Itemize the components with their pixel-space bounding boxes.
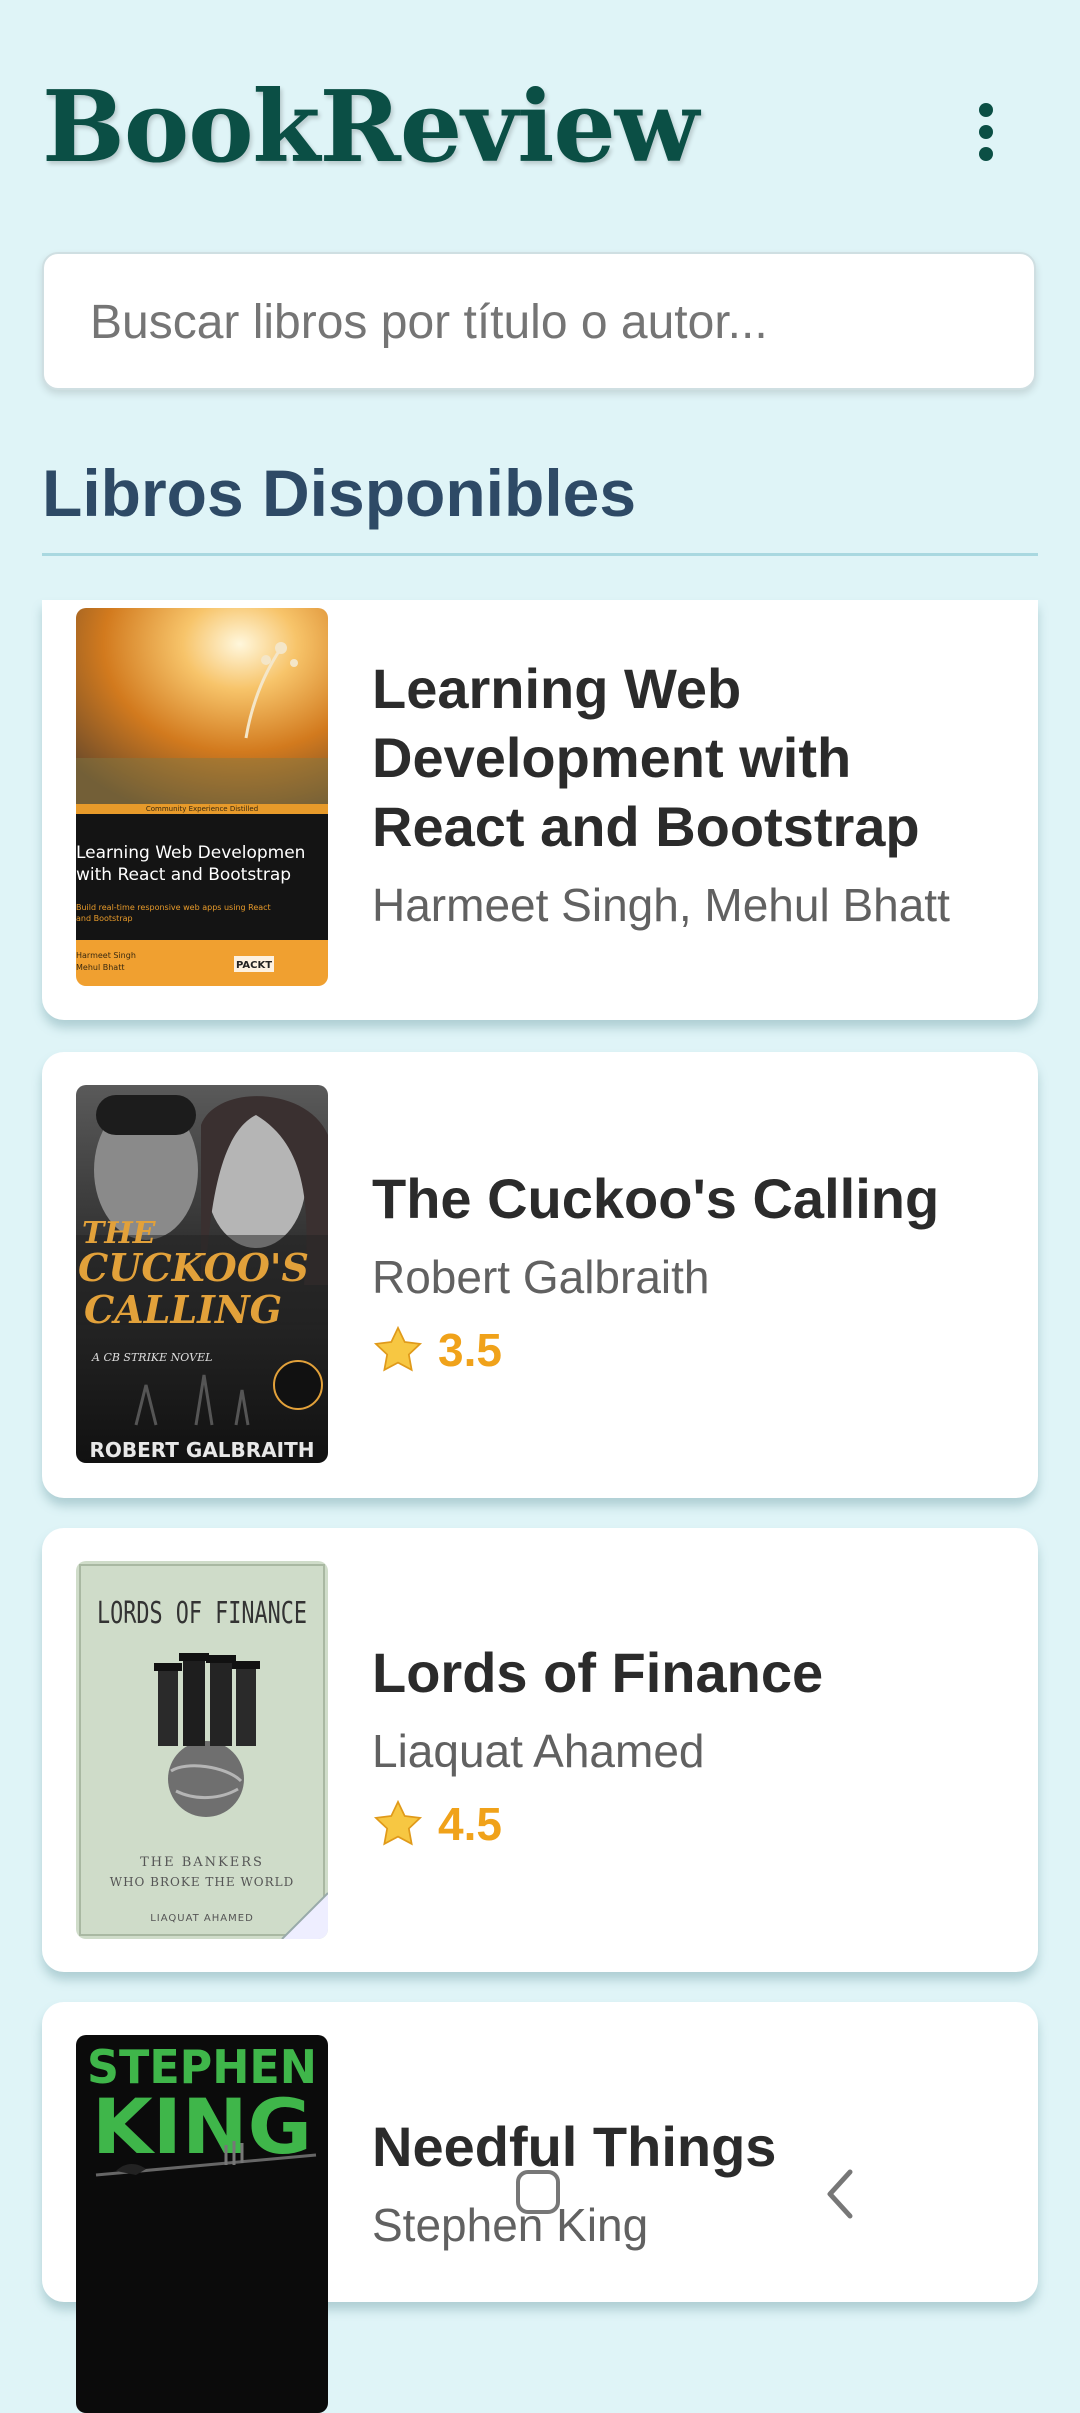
cover-author: ROBERT GALBRAITH [90,1438,315,1462]
cover-author-line: Harmeet Singh [76,951,136,960]
book-author: Harmeet Singh, Mehul Bhatt [372,879,950,931]
book-rating: 3.5 [372,1323,1012,1377]
book-title: Lords of Finance [372,1641,824,1704]
cover-publisher: PACKT [236,960,272,971]
cover-series-text: Community Experience Distilled [146,805,258,813]
book-list: Community Experience Distilled Learning … [0,0,1080,2413]
cover-subtitle-line: Build real-time responsive web apps usin… [76,903,271,912]
book-info: Learning Web Development with React and … [372,654,1012,933]
book-info: Lords of Finance Liaquat Ahamed 4.5 [372,1638,1012,1851]
book-rating: 4.5 [372,1797,1012,1851]
cover-title-line: CUCKOO'S [78,1245,309,1290]
book-cover: Community Experience Distilled Learning … [76,608,328,986]
cover-subtitle-line: WHO BROKE THE WORLD [110,1875,295,1889]
cover-title-line: CALLING [84,1287,282,1332]
cover-subtitle-line: and Bootstrap [76,914,133,923]
cover-author-line: Mehul Bhatt [76,963,124,972]
cover-title-line: Learning Web Developmen [76,843,305,863]
book-title: Learning Web Development with React and … [372,657,920,858]
book-card[interactable]: THE CUCKOO'S CALLING A CB STRIKE NOVEL R… [42,1052,1038,1498]
book-cover: THE CUCKOO'S CALLING A CB STRIKE NOVEL R… [76,1085,328,1463]
book-card[interactable]: LORDS OF FINANCE THE BANKERS WHO BROKE T… [42,1528,1038,1972]
cover-subtitle-line: THE BANKERS [140,1855,264,1870]
star-icon [373,1325,423,1372]
star-icon [373,1799,423,1846]
back-icon[interactable] [820,2166,860,2222]
book-author: Liaquat Ahamed [372,1725,705,1777]
book-title: The Cuckoo's Calling [372,1167,940,1230]
cover-title-line: with React and Bootstrap [76,865,291,885]
home-icon[interactable] [516,2170,560,2214]
book-info: The Cuckoo's Calling Robert Galbraith 3.… [372,1164,1012,1377]
system-nav-bar [0,2160,1080,2260]
cover-title: LORDS OF FINANCE [97,1596,307,1631]
rating-value: 3.5 [438,1324,502,1376]
book-cover: LORDS OF FINANCE THE BANKERS WHO BROKE T… [76,1561,328,1939]
cover-author: LIAQUAT AHAMED [150,1913,254,1924]
book-card[interactable]: Community Experience Distilled Learning … [42,600,1038,1020]
cover-series: A CB STRIKE NOVEL [91,1351,212,1364]
rating-value: 4.5 [438,1798,502,1850]
book-author: Robert Galbraith [372,1251,710,1303]
